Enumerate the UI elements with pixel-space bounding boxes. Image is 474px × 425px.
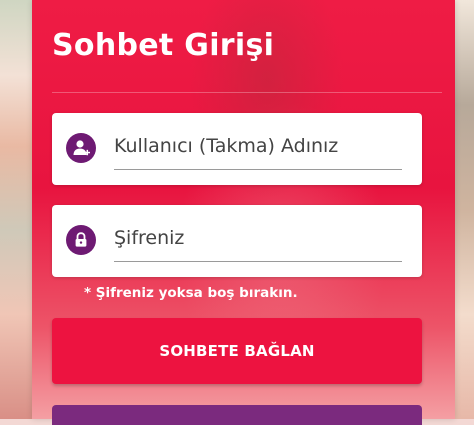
page-title: Sohbet Girişi bbox=[52, 28, 275, 63]
lock-icon bbox=[66, 225, 96, 255]
username-underline bbox=[114, 169, 402, 170]
title-divider bbox=[52, 92, 442, 93]
secondary-button[interactable] bbox=[52, 405, 422, 425]
connect-button[interactable]: SOHBETE BAĞLAN bbox=[52, 318, 422, 384]
username-field[interactable]: Kullanıcı (Takma) Adınız bbox=[52, 113, 422, 185]
user-add-icon bbox=[66, 133, 96, 163]
password-input[interactable]: Şifreniz bbox=[114, 227, 184, 249]
background-photo-right bbox=[452, 0, 474, 419]
login-panel: Sohbet Girişi Kullanıcı (Takma) Adınız Ş… bbox=[32, 0, 455, 425]
password-field[interactable]: Şifreniz bbox=[52, 205, 422, 277]
password-hint: * Şifreniz yoksa boş bırakın. bbox=[84, 285, 298, 301]
username-input[interactable]: Kullanıcı (Takma) Adınız bbox=[114, 135, 338, 157]
password-underline bbox=[114, 261, 402, 262]
